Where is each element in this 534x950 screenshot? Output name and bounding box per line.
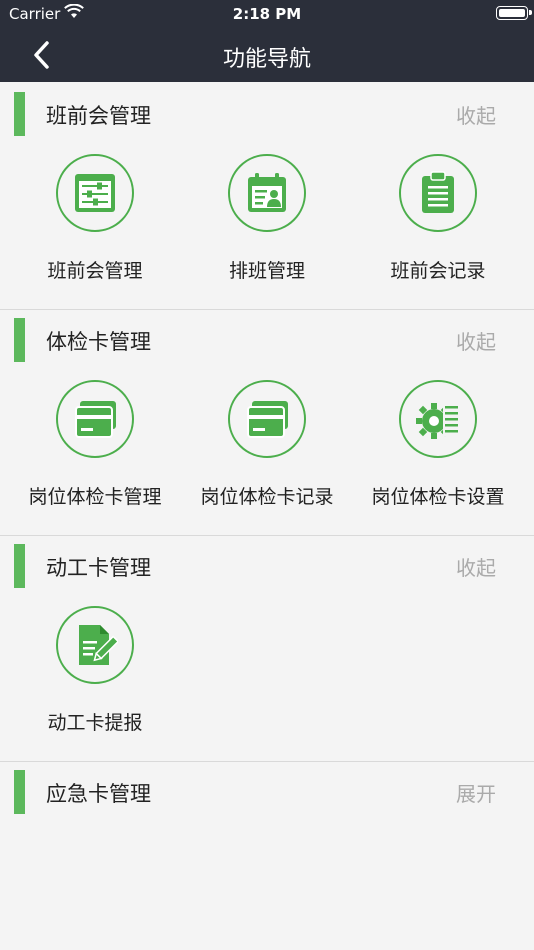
- nav-item-shift-scheduling[interactable]: 排班管理: [181, 154, 353, 304]
- gear-list-icon: [399, 380, 477, 458]
- section-work-permit-card: 动工卡管理 收起 动工卡提报: [0, 538, 534, 760]
- nav-item-preshift-meeting-mgmt[interactable]: 班前会管理: [9, 154, 181, 304]
- section-accent-bar: [14, 770, 25, 814]
- section-accent-bar: [14, 318, 25, 362]
- page-title: 功能导航: [222, 47, 311, 72]
- section-divider: [0, 535, 534, 536]
- clipboard-icon: [399, 154, 477, 232]
- nav-item-label: 岗位体检卡管理: [28, 486, 162, 508]
- card-icon: [228, 380, 306, 458]
- nav-item-post-health-card-mgmt[interactable]: 岗位体检卡管理: [9, 380, 181, 530]
- section-divider: [0, 761, 534, 762]
- nav-item-preshift-meeting-records[interactable]: 班前会记录: [352, 154, 524, 304]
- document-edit-icon: [56, 606, 134, 684]
- nav-item-label: 岗位体检卡设置: [371, 486, 505, 508]
- section-preshift-meeting: 班前会管理 收起 班前会管理 排班管理 班前会记录: [0, 86, 534, 308]
- section-accent-bar: [14, 544, 25, 588]
- nav-item-label: 班前会管理: [47, 260, 143, 282]
- nav-item-label: 岗位体检卡记录: [200, 486, 334, 508]
- calendar-user-icon: [228, 154, 306, 232]
- nav-item-post-health-card-settings[interactable]: 岗位体检卡设置: [352, 380, 524, 530]
- nav-item-label: 动工卡提报: [47, 712, 143, 734]
- nav-bar: 功能导航: [0, 28, 534, 82]
- section-title: 应急卡管理: [46, 782, 151, 806]
- section-divider: [0, 309, 534, 310]
- collapse-toggle[interactable]: 收起: [456, 326, 496, 355]
- section-header: 动工卡管理 收起: [0, 538, 534, 592]
- section-header: 班前会管理 收起: [0, 86, 534, 140]
- section-emergency-card: 应急卡管理 展开: [0, 764, 534, 824]
- status-time: 2:18 PM: [232, 5, 302, 23]
- section-health-card: 体检卡管理 收起 岗位体检卡管理 岗位体检卡记录 岗位体检卡设置: [0, 312, 534, 534]
- section-title: 体检卡管理: [46, 330, 151, 354]
- nav-item-post-health-card-records[interactable]: 岗位体检卡记录: [181, 380, 353, 530]
- status-bar: Carrier 2:18 PM: [0, 0, 534, 28]
- section-accent-bar: [14, 92, 25, 136]
- nav-item-label: 班前会记录: [390, 260, 486, 282]
- section-header: 应急卡管理 展开: [0, 764, 534, 818]
- nav-item-work-permit-submit[interactable]: 动工卡提报: [9, 606, 181, 756]
- sliders-icon: [56, 154, 134, 232]
- nav-item-label: 排班管理: [228, 260, 305, 282]
- section-header: 体检卡管理 收起: [0, 312, 534, 366]
- section-title: 动工卡管理: [46, 556, 151, 580]
- expand-toggle[interactable]: 展开: [456, 778, 496, 807]
- collapse-toggle[interactable]: 收起: [456, 100, 496, 129]
- collapse-toggle[interactable]: 收起: [456, 552, 496, 581]
- card-icon: [56, 380, 134, 458]
- battery-icon: [496, 6, 532, 20]
- section-title: 班前会管理: [46, 104, 151, 128]
